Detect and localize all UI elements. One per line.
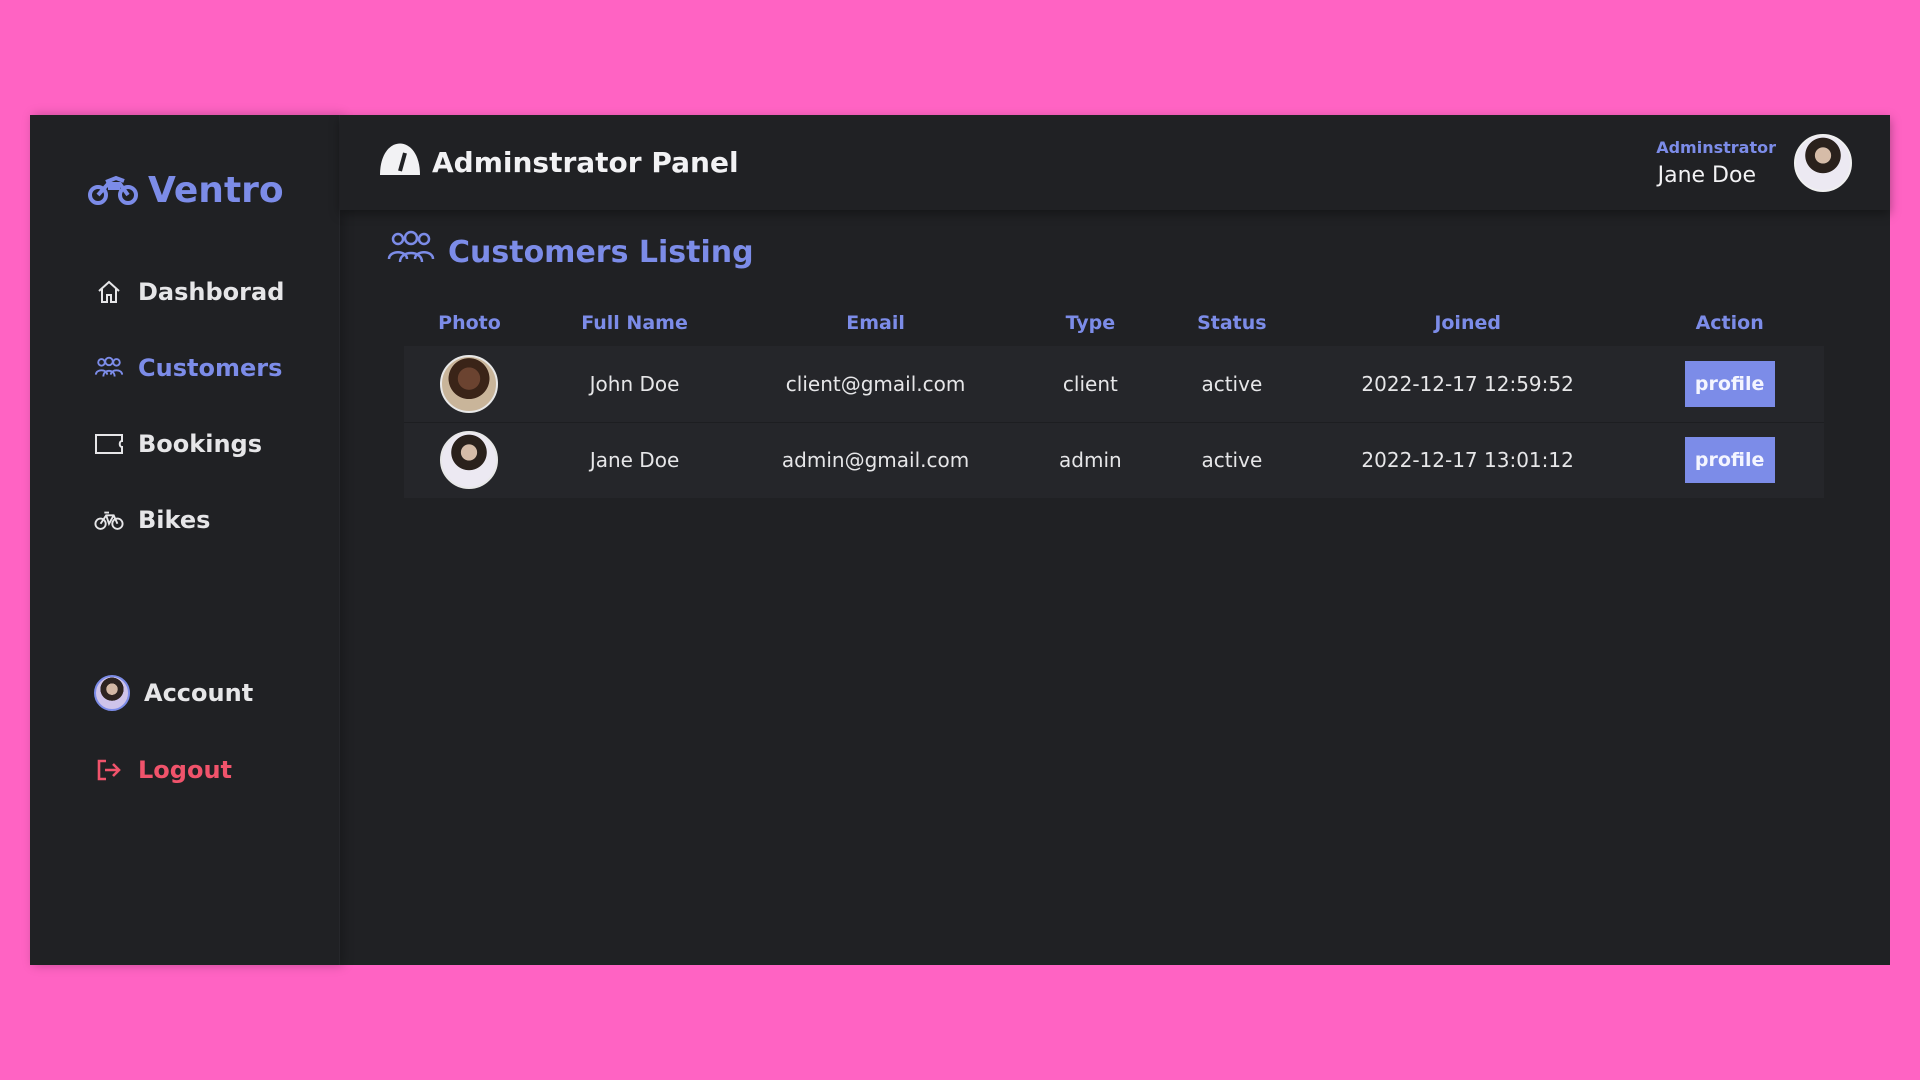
column-header-full-name: Full Name: [581, 312, 688, 334]
sidebar-item-dashboard[interactable]: Dashborad: [94, 277, 284, 307]
logout-icon: [94, 755, 124, 785]
user-name: Jane Doe: [1657, 162, 1756, 188]
email-cell: admin@gmail.com: [781, 448, 970, 473]
action-cell: profile: [1635, 346, 1824, 422]
user-role: Adminstrator: [1656, 137, 1776, 157]
sidebar-item-bikes[interactable]: Bikes: [94, 505, 210, 535]
sidebar-item-logout[interactable]: Logout: [94, 755, 232, 785]
table-header-row: Photo Full Name Email Type Status Joined…: [404, 300, 1824, 346]
table-row: John Doe client@gmail.com client active …: [404, 346, 1824, 422]
sidebar-item-label: Account: [144, 679, 254, 707]
content: Customers Listing Photo Full Name Email …: [340, 210, 1890, 518]
topbar: Adminstrator Panel Adminstrator Jane Doe: [340, 115, 1890, 210]
status-cell: active: [1201, 448, 1263, 473]
column-header-type: Type: [1065, 312, 1116, 334]
brand-logo[interactable]: Ventro: [88, 170, 284, 211]
table-row: Jane Doe admin@gmail.com admin active 20…: [404, 422, 1824, 498]
sidebar: Ventro Dashborad Customers Bookings Bike: [30, 115, 340, 965]
column-header-action: Action: [1695, 312, 1764, 334]
sidebar-item-label: Logout: [138, 756, 233, 784]
full-name-cell: Jane Doe: [589, 448, 680, 473]
profile-button[interactable]: profile: [1684, 437, 1775, 484]
sidebar-item-label: Bikes: [138, 506, 211, 534]
photo-cell: [404, 346, 535, 422]
type-cell: client: [1062, 371, 1118, 396]
sidebar-item-customers[interactable]: Customers: [94, 353, 282, 383]
home-icon: [94, 277, 124, 307]
section-title-text: Customers Listing: [448, 234, 754, 270]
type-cell: admin: [1059, 448, 1122, 473]
bicycle-icon: [94, 505, 124, 535]
user-info[interactable]: Adminstrator Jane Doe: [1656, 133, 1852, 192]
user-avatar[interactable]: [1794, 133, 1852, 192]
brand-name: Ventro: [148, 170, 284, 211]
photo-cell: [404, 422, 535, 498]
profile-button[interactable]: profile: [1684, 360, 1775, 407]
main-area: Adminstrator Panel Adminstrator Jane Doe…: [340, 115, 1890, 965]
customers-table: Photo Full Name Email Type Status Joined…: [404, 300, 1824, 498]
action-cell: profile: [1635, 422, 1824, 498]
customer-avatar: [440, 431, 499, 490]
column-header-email: Email: [846, 312, 905, 334]
email-cell: client@gmail.com: [785, 371, 966, 396]
user-text: Adminstrator Jane Doe: [1656, 138, 1776, 188]
speedometer-icon: [378, 141, 422, 184]
sidebar-item-account[interactable]: Account: [94, 675, 253, 711]
sidebar-item-label: Customers: [138, 354, 283, 382]
sidebar-item-bookings[interactable]: Bookings: [94, 429, 262, 459]
full-name-cell: John Doe: [589, 371, 680, 396]
joined-cell: 2022-12-17 12:59:52: [1361, 371, 1574, 396]
column-header-photo: Photo: [438, 312, 501, 334]
motorcycle-icon: [88, 172, 138, 210]
column-header-joined: Joined: [1434, 312, 1501, 334]
section-title: Customers Listing: [386, 230, 1844, 274]
sidebar-item-label: Dashborad: [138, 278, 285, 306]
panel-title-text: Adminstrator Panel: [432, 146, 739, 179]
status-cell: active: [1201, 371, 1263, 396]
customer-avatar: [440, 354, 499, 413]
app-window: Ventro Dashborad Customers Bookings Bike: [30, 115, 1890, 965]
ticket-icon: [94, 429, 124, 459]
column-header-status: Status: [1197, 312, 1267, 334]
sidebar-item-label: Bookings: [138, 430, 263, 458]
users-icon: [386, 230, 436, 274]
account-avatar: [94, 675, 130, 711]
joined-cell: 2022-12-17 13:01:12: [1361, 448, 1574, 473]
users-icon: [94, 353, 124, 383]
panel-title: Adminstrator Panel: [378, 141, 739, 184]
